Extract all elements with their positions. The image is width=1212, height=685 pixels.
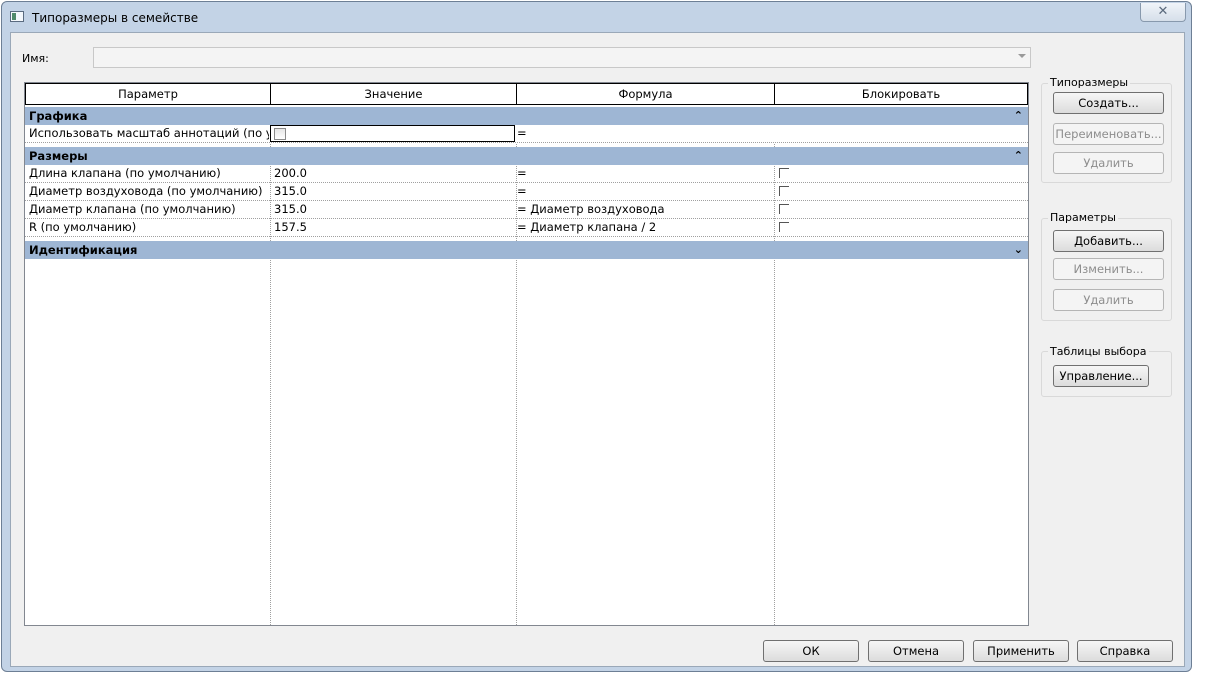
apply-button[interactable]: Применить — [973, 640, 1069, 662]
delete-type-button[interactable]: Удалить — [1053, 152, 1164, 174]
checkbox-icon[interactable] — [274, 128, 286, 140]
parameters-grid: Параметр Значение Формула Блокировать Гр… — [24, 82, 1029, 626]
dialog-client-area: Имя: Параметр Значение Формула Блокирова… — [10, 32, 1185, 667]
ok-button[interactable]: ОК — [763, 640, 859, 662]
window-title: Типоразмеры в семействе — [32, 11, 199, 25]
param-name: Длина клапана (по умолчанию) — [29, 166, 221, 180]
formula-cell[interactable]: = — [517, 165, 767, 182]
types-group-title: Типоразмеры — [1048, 76, 1131, 89]
collapse-icon[interactable]: ⌃ — [1014, 107, 1023, 125]
group-label: Идентификация — [29, 243, 138, 257]
value-cell[interactable]: 315.0 — [274, 183, 514, 200]
table-row[interactable]: Использовать масштаб аннотаций (по умо = — [25, 125, 1028, 143]
collapse-icon[interactable]: ⌃ — [1014, 147, 1023, 165]
table-row[interactable]: Диаметр клапана (по умолчанию) 315.0 = Д… — [25, 201, 1028, 219]
formula-cell[interactable]: = — [517, 125, 767, 142]
column-header-formula[interactable]: Формула — [516, 83, 775, 105]
table-row[interactable]: Длина клапана (по умолчанию) 200.0 = — [25, 165, 1028, 183]
lock-checkbox[interactable] — [779, 204, 789, 214]
family-types-dialog: Типоразмеры в семействе ✕ Имя: Параметр … — [1, 1, 1192, 672]
value-cell[interactable]: 315.0 — [274, 201, 514, 218]
cancel-button[interactable]: Отмена — [868, 640, 964, 662]
lock-checkbox[interactable] — [779, 168, 789, 178]
delete-parameter-button[interactable]: Удалить — [1053, 289, 1164, 311]
modify-parameter-button[interactable]: Изменить... — [1053, 258, 1164, 280]
formula-cell[interactable]: = Диаметр воздуховода — [517, 201, 767, 218]
param-name: R (по умолчанию) — [29, 220, 137, 234]
lock-checkbox[interactable] — [779, 222, 789, 232]
title-bar: Типоразмеры в семействе ✕ — [2, 2, 1191, 30]
params-group-title: Параметры — [1048, 211, 1118, 224]
name-label: Имя: — [22, 52, 49, 65]
lock-checkbox[interactable] — [779, 186, 789, 196]
expand-icon[interactable]: ⌄ — [1014, 241, 1023, 259]
group-dimensions[interactable]: Размеры ⌃ — [25, 147, 1028, 165]
table-row[interactable]: R (по умолчанию) 157.5 = Диаметр клапана… — [25, 219, 1028, 237]
help-button[interactable]: Справка — [1077, 640, 1173, 662]
close-button[interactable]: ✕ — [1140, 3, 1186, 22]
formula-cell[interactable]: = Диаметр клапана / 2 — [517, 219, 767, 236]
name-combobox[interactable] — [93, 47, 1031, 68]
param-name: Использовать масштаб аннотаций (по умо — [29, 126, 269, 140]
family-types-icon — [10, 11, 24, 22]
value-cell[interactable]: 157.5 — [274, 219, 514, 236]
column-header-parameter[interactable]: Параметр — [25, 83, 271, 105]
table-row[interactable]: Диаметр воздуховода (по умолчанию) 315.0… — [25, 183, 1028, 201]
param-name: Диаметр клапана (по умолчанию) — [29, 202, 236, 216]
lookup-group-title: Таблицы выбора — [1048, 345, 1149, 358]
column-header-value[interactable]: Значение — [270, 83, 517, 105]
manage-lookup-button[interactable]: Управление... — [1053, 365, 1149, 387]
create-type-button[interactable]: Создать... — [1053, 92, 1164, 114]
group-identity[interactable]: Идентификация ⌄ — [25, 241, 1028, 259]
value-editor[interactable] — [270, 125, 515, 142]
column-header-lock[interactable]: Блокировать — [774, 83, 1028, 105]
rename-type-button[interactable]: Переименовать... — [1053, 123, 1164, 145]
group-label: Графика — [29, 109, 88, 123]
chevron-down-icon[interactable] — [1018, 54, 1026, 58]
group-graphics[interactable]: Графика ⌃ — [25, 107, 1028, 125]
group-label: Размеры — [29, 149, 88, 163]
param-name: Диаметр воздуховода (по умолчанию) — [29, 184, 263, 198]
value-cell[interactable]: 200.0 — [274, 165, 514, 182]
add-parameter-button[interactable]: Добавить... — [1053, 230, 1164, 252]
formula-cell[interactable]: = — [517, 183, 767, 200]
